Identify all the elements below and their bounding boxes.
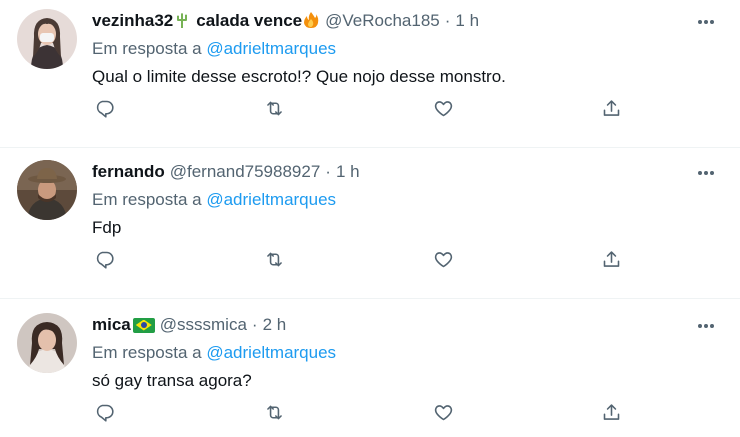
- timestamp[interactable]: 1 h: [455, 11, 479, 31]
- reply-context: Em resposta a @adrieltmarques: [92, 39, 724, 61]
- action-bar: [92, 96, 632, 120]
- like-icon: [434, 251, 452, 267]
- user-handle[interactable]: @VeRocha185: [325, 11, 440, 31]
- avatar[interactable]: [17, 313, 77, 373]
- share-button[interactable]: [599, 96, 623, 120]
- display-name[interactable]: fernando: [92, 162, 165, 182]
- like-icon: [434, 404, 452, 420]
- reply-mention-link[interactable]: @adrieltmarques: [206, 39, 336, 58]
- tweet-text: Fdp: [92, 218, 122, 237]
- user-handle[interactable]: @ssssmica: [160, 315, 247, 335]
- share-button[interactable]: [599, 400, 623, 424]
- reply-mention-link[interactable]: @adrieltmarques: [206, 190, 336, 209]
- display-name[interactable]: vezinha32: [92, 11, 173, 31]
- reply-mention-link[interactable]: @adrieltmarques: [206, 343, 336, 362]
- reply-feed: vezinha32 calada vence @VeRocha185 · 1 h…: [0, 0, 740, 437]
- tweet[interactable]: vezinha32 calada vence @VeRocha185 · 1 h…: [0, 0, 740, 148]
- display-name-suffix[interactable]: calada vence: [196, 11, 302, 31]
- reply-button[interactable]: [92, 400, 116, 424]
- avatar[interactable]: [17, 160, 77, 220]
- tweet-content: vezinha32 calada vence @VeRocha185 · 1 h…: [92, 10, 724, 118]
- more-horizontal-icon: [698, 324, 714, 328]
- separator-dot: ·: [325, 162, 331, 181]
- cactus-icon: [174, 11, 190, 32]
- retweet-icon: [266, 101, 282, 115]
- action-bar: [92, 247, 632, 271]
- tweet-content: fernando @fernand75988927 · 1 h Em respo…: [92, 161, 724, 269]
- separator-dot: ·: [444, 11, 451, 30]
- reply-context: Em resposta a @adrieltmarques: [92, 343, 724, 365]
- brazil-flag-icon: [132, 317, 155, 333]
- like-button[interactable]: [431, 96, 455, 120]
- timestamp[interactable]: 2 h: [263, 315, 287, 335]
- user-handle[interactable]: @fernand75988927: [170, 162, 321, 182]
- more-button[interactable]: [692, 163, 720, 183]
- like-icon: [434, 100, 452, 116]
- action-bar: [92, 400, 632, 424]
- share-button[interactable]: [599, 247, 623, 271]
- tweet[interactable]: mica @ssssmica · 2 h Em resposta a @adri…: [0, 299, 740, 437]
- reply-button[interactable]: [92, 247, 116, 271]
- tweet-header: vezinha32 calada vence @VeRocha185 · 1 h: [92, 10, 724, 32]
- retweet-button[interactable]: [262, 400, 286, 424]
- reply-icon: [96, 100, 114, 118]
- retweet-button[interactable]: [262, 247, 286, 271]
- retweet-button[interactable]: [262, 96, 286, 120]
- retweet-icon: [266, 405, 282, 419]
- tweet-text: Qual o limite desse escroto!? Que nojo d…: [92, 67, 506, 86]
- reply-icon: [96, 404, 114, 422]
- more-horizontal-icon: [698, 20, 714, 24]
- reply-button[interactable]: [92, 96, 116, 120]
- avatar[interactable]: [17, 9, 77, 69]
- share-icon: [603, 250, 619, 267]
- more-horizontal-icon: [698, 171, 714, 175]
- tweet-header: mica @ssssmica · 2 h: [92, 314, 724, 336]
- tweet-header: fernando @fernand75988927 · 1 h: [92, 161, 724, 183]
- like-button[interactable]: [431, 400, 455, 424]
- share-icon: [603, 99, 619, 116]
- reply-context: Em resposta a @adrieltmarques: [92, 190, 724, 212]
- tweet-text: só gay transa agora?: [92, 371, 252, 390]
- tweet-content: mica @ssssmica · 2 h Em resposta a @adri…: [92, 314, 724, 422]
- reply-prefix: Em resposta a: [92, 39, 202, 58]
- retweet-icon: [266, 252, 282, 266]
- more-button[interactable]: [692, 12, 720, 32]
- reply-prefix: Em resposta a: [92, 343, 202, 362]
- more-button[interactable]: [692, 316, 720, 336]
- reply-prefix: Em resposta a: [92, 190, 202, 209]
- separator-dot: ·: [251, 315, 258, 334]
- fire-icon: [303, 11, 319, 32]
- like-button[interactable]: [431, 247, 455, 271]
- timestamp[interactable]: 1 h: [336, 162, 360, 182]
- tweet[interactable]: fernando @fernand75988927 · 1 h Em respo…: [0, 148, 740, 299]
- display-name[interactable]: mica: [92, 315, 131, 335]
- share-icon: [603, 403, 619, 420]
- reply-icon: [96, 251, 114, 269]
